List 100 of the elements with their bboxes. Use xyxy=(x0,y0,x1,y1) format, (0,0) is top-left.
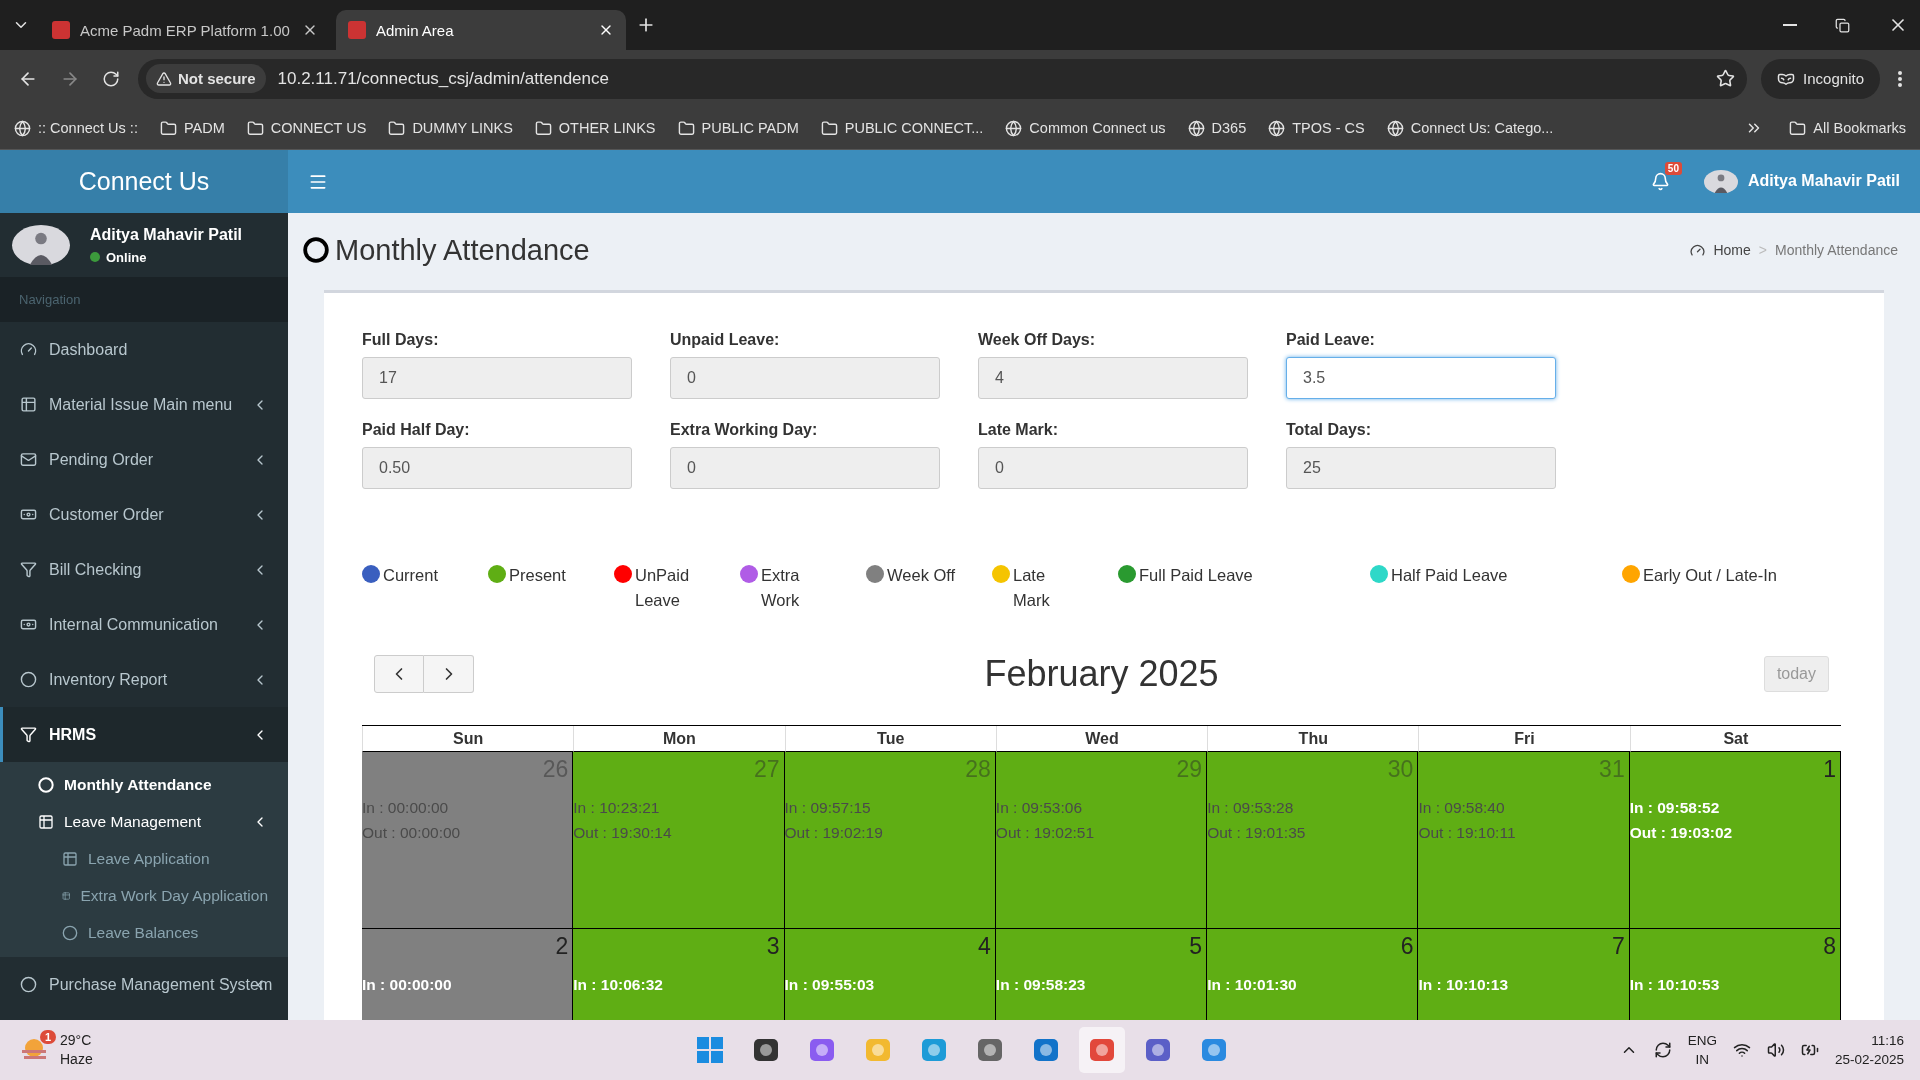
page-title: Monthly Attendance xyxy=(335,233,590,267)
bookmark[interactable]: D365 xyxy=(1187,119,1247,137)
check-out-time: Out : 19:01:35 xyxy=(1207,823,1307,843)
calendar-day-cell[interactable]: 4 In : 09:55:03 xyxy=(784,929,996,1020)
field-label: Extra Working Day: xyxy=(670,421,819,439)
nav-header: Navigation xyxy=(0,277,288,322)
address-field[interactable]: 10.2.11.71/connectus_csj/admin/attendence xyxy=(277,68,1701,89)
circle-icon xyxy=(62,924,78,941)
bookmark[interactable]: DUMMY LINKS xyxy=(388,119,513,137)
breadcrumb-current: Monthly Attendance xyxy=(1775,242,1898,258)
input-field[interactable]: 17 xyxy=(362,357,632,399)
legend-label: Present xyxy=(509,565,566,586)
input-field[interactable]: 3.5 xyxy=(1286,357,1556,399)
volume-icon[interactable] xyxy=(1766,1041,1785,1059)
wifi-icon[interactable] xyxy=(1732,1041,1751,1059)
sidebar-item[interactable]: Customer Order xyxy=(0,487,288,542)
check-in-time: In : 10:10:13 xyxy=(1418,975,1510,995)
bookmark[interactable]: All Bookmarks xyxy=(1789,119,1906,137)
calendar-day-cell[interactable]: 6 In : 10:01:30 xyxy=(1207,929,1419,1020)
windows-logo-icon xyxy=(696,1036,724,1064)
table-icon xyxy=(20,396,37,413)
bookmark[interactable]: :: Connect Us :: xyxy=(14,119,138,137)
day-number: 2 xyxy=(554,932,570,960)
field-label: Late Mark: xyxy=(978,421,1060,439)
day-number: 7 xyxy=(1610,932,1626,960)
day-number: 30 xyxy=(1386,755,1415,783)
day-number: 31 xyxy=(1598,755,1626,783)
sidebar-subitem[interactable]: Leave Management xyxy=(0,803,288,840)
check-out-time: Out : 19:30:14 xyxy=(573,823,673,843)
bookmark[interactable]: TPOS - CS xyxy=(1268,119,1365,137)
sidebar-item[interactable]: Bill Checking xyxy=(0,542,288,597)
input-field[interactable]: 0 xyxy=(670,447,940,489)
browser-tab[interactable]: Acme Padm ERP Platform 1.00 xyxy=(40,10,330,50)
user-name: Aditya Mahavir Patil xyxy=(90,225,243,244)
clock[interactable]: 11:16 25-02-2025 xyxy=(1834,1031,1904,1069)
bookmark[interactable]: PUBLIC PADM xyxy=(677,119,799,137)
input-field[interactable]: 0 xyxy=(670,357,940,399)
user-menu[interactable]: Aditya Mahavir Patil xyxy=(1747,172,1900,191)
legend-label: Current xyxy=(383,565,439,586)
sidebar-item[interactable]: HRMS xyxy=(0,707,288,762)
bookmark[interactable]: OTHER LINKS xyxy=(534,119,656,137)
field-label: Paid Half Day: xyxy=(362,421,471,439)
chrome-icon[interactable] xyxy=(1079,1027,1125,1073)
calendar-day-cell[interactable]: 8 In : 10:10:53 xyxy=(1629,929,1841,1020)
check-in-time: In : 09:55:03 xyxy=(784,975,876,995)
day-number: 4 xyxy=(977,932,992,960)
notification-bell-icon[interactable] xyxy=(1650,172,1670,191)
notification-badge: 50 xyxy=(1664,162,1682,175)
bookmark[interactable]: CONNECT US xyxy=(246,119,367,137)
bookmark[interactable]: PADM xyxy=(159,119,225,137)
bookmark[interactable]: Common Connect us xyxy=(1005,119,1166,137)
table-icon xyxy=(38,813,54,830)
sidebar-subitem[interactable]: Monthly Attendance xyxy=(0,766,288,803)
dashboard-icon xyxy=(20,341,37,358)
sidebar-item[interactable]: Purchase Management System xyxy=(0,957,288,1012)
check-in-time: In : 10:10:53 xyxy=(1629,975,1721,995)
input-field[interactable]: 0 xyxy=(978,447,1248,489)
calendar-day-cell[interactable]: 2 In : 00:00:00 xyxy=(362,929,574,1020)
check-in-time: In : 10:01:30 xyxy=(1207,975,1298,995)
sidebar-item[interactable]: Material Issue Main menu xyxy=(0,377,288,432)
calendar-day-cell[interactable]: 5 In : 09:58:23 xyxy=(995,929,1208,1020)
sidebar-item[interactable]: Internal Communication xyxy=(0,597,288,652)
bookmark[interactable]: Connect Us: Catego... xyxy=(1386,119,1554,137)
day-number: 8 xyxy=(1822,932,1837,960)
input-field[interactable]: 25 xyxy=(1286,447,1556,489)
input-field[interactable]: 0.50 xyxy=(362,447,632,489)
sidebar-item[interactable]: Dashboard xyxy=(0,322,288,377)
folder-icon xyxy=(388,119,406,137)
sync-icon[interactable] xyxy=(1653,1041,1672,1059)
input-field[interactable]: 4 xyxy=(978,357,1248,399)
sidebar-subitem[interactable]: Extra Work Day Application xyxy=(0,877,288,914)
restore-icon xyxy=(1835,17,1850,33)
funnel-icon xyxy=(20,726,37,743)
language-indicator[interactable]: ENG IN xyxy=(1687,1031,1717,1069)
brand-logo[interactable]: Connect Us xyxy=(0,150,288,213)
folder-icon xyxy=(820,119,838,137)
sidebar-item[interactable]: Pending Order xyxy=(0,432,288,487)
security-chip[interactable]: Not secure xyxy=(146,64,266,93)
day-number: 28 xyxy=(964,755,992,783)
check-in-time: In : 09:58:40 xyxy=(1418,798,1506,818)
circle-icon xyxy=(20,976,37,993)
bookmark[interactable]: PUBLIC CONNECT... xyxy=(820,119,984,137)
favicon-icon xyxy=(52,21,70,39)
calendar-day-cell[interactable]: 7 In : 10:10:13 xyxy=(1418,929,1630,1020)
dashboard-icon xyxy=(1690,242,1706,258)
legend-label: Extra Work xyxy=(761,565,800,611)
sidebar-subitem[interactable]: Leave Application xyxy=(0,840,288,877)
sidebar-item[interactable]: Inventory Report xyxy=(0,652,288,707)
check-out-time: Out : 19:10:11 xyxy=(1418,823,1517,843)
calendar-title: February 2025 xyxy=(984,653,1219,695)
sidebar-subitem[interactable]: Leave Balances xyxy=(0,914,288,951)
calendar-day-cell[interactable]: 1 In : 09:58:52 Out : 19:03:02 xyxy=(1629,752,1841,929)
check-in-time: In : 09:58:23 xyxy=(995,975,1087,995)
globe-icon xyxy=(14,119,31,137)
browser-tab[interactable]: Admin Area xyxy=(336,10,626,50)
profile-button[interactable]: Incognito xyxy=(1761,58,1880,99)
reload-icon xyxy=(102,69,120,88)
globe-icon xyxy=(1187,119,1205,137)
breadcrumb-link[interactable]: Home xyxy=(1713,242,1751,258)
calendar-day-cell[interactable]: 3 In : 10:06:32 xyxy=(573,929,785,1020)
